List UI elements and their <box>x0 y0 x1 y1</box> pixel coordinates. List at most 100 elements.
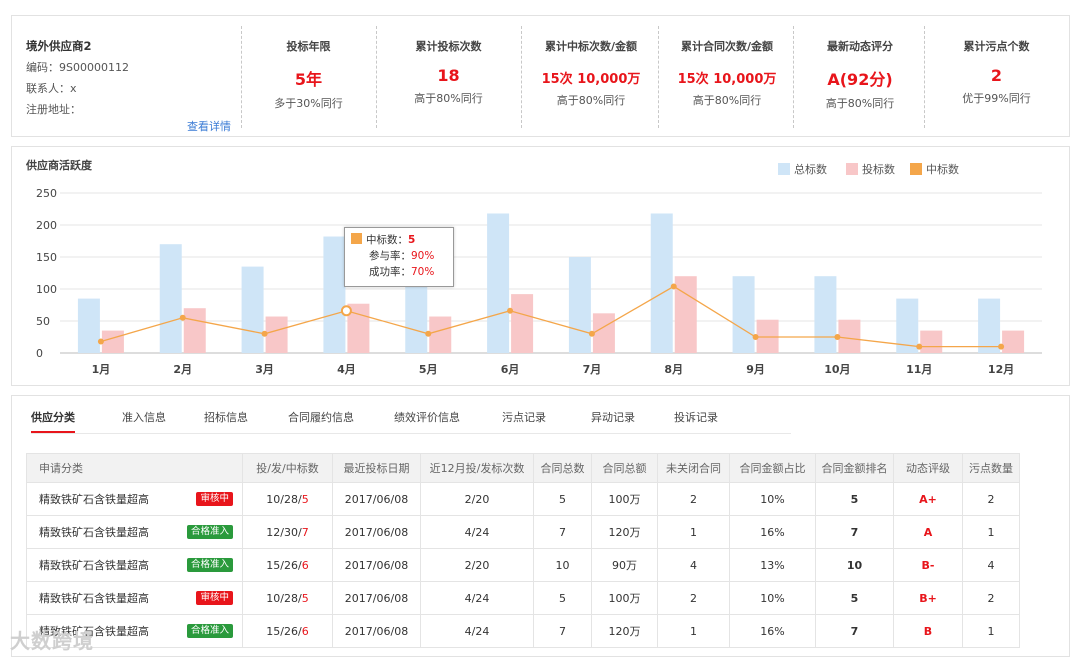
tooltip-value: 5 <box>408 234 416 246</box>
cell-recent: 4/24 <box>420 614 534 648</box>
x-tick-label: 8月 <box>664 363 683 376</box>
cell-ratio: 16% <box>729 515 816 549</box>
point-wins <box>261 330 268 337</box>
cell-bid-counts: 10/28/5 <box>242 581 333 615</box>
tooltip-rate1-label: 参与率： <box>369 250 411 262</box>
point-wins <box>425 330 432 337</box>
cell-rank: 5 <box>815 581 894 615</box>
cell-bid-counts: 12/30/7 <box>242 515 333 549</box>
x-tick-label: 6月 <box>501 363 520 376</box>
table-header-row: 申请分类 投/发/中标数 最近投标日期 近12月投/发标次数 合同总数 合同总额… <box>26 453 1020 483</box>
cell-recent: 2/20 <box>420 482 534 516</box>
header-contract-amount: 合同总额 <box>591 453 658 483</box>
chart-title: 供应商活跃度 <box>26 159 92 172</box>
bar-bids <box>592 313 615 353</box>
view-details-link[interactable]: 查看详情 <box>187 118 231 134</box>
stat-value: 2 <box>990 66 1003 85</box>
tooltip-swatch <box>351 233 362 244</box>
legend-label: 中标数 <box>926 163 959 176</box>
bar-total <box>650 213 673 353</box>
divider <box>658 26 659 128</box>
legend-item-bids[interactable]: 投标数 <box>846 161 895 177</box>
stat-sub: 高于80%同行 <box>556 94 626 107</box>
cell-stains: 1 <box>962 515 1020 549</box>
divider <box>241 26 242 128</box>
category-table: 申请分类 投/发/中标数 最近投标日期 近12月投/发标次数 合同总数 合同总额… <box>26 453 1020 648</box>
stat-sub: 高于80%同行 <box>692 94 762 107</box>
stat-value: 5年 <box>294 70 323 89</box>
point-wins <box>507 307 514 314</box>
cell-date: 2017/06/08 <box>332 548 421 582</box>
cell-contracts: 5 <box>533 482 592 516</box>
tab-stain-records[interactable]: 污点记录 <box>502 409 546 431</box>
win-count: 6 <box>301 558 309 572</box>
legend-label: 总标数 <box>794 163 827 176</box>
table-row[interactable]: 精致铁矿石含铁量超高 审核中 10/28/5 2017/06/08 4/24 5 100万 2… <box>26 581 1020 615</box>
bar-total <box>814 276 837 353</box>
tab-contract-performance[interactable]: 合同履约信息 <box>288 409 354 431</box>
stat-bid-years: 投标年限 5年 多于30%同行 <box>251 38 366 111</box>
header-recent-12m: 近12月投/发标次数 <box>420 453 534 483</box>
tab-change-records[interactable]: 异动记录 <box>591 409 635 431</box>
stat-title: 累计中标次数/金额 <box>544 40 638 53</box>
x-tick-label: 1月 <box>92 363 111 376</box>
legend-item-wins[interactable]: 中标数 <box>910 161 959 177</box>
tooltip-rate2-value: 70% <box>411 266 435 278</box>
tab-performance-evaluation[interactable]: 绩效评价信息 <box>394 409 460 431</box>
table-row[interactable]: 精致铁矿石含铁量超高 合格准入 12/30/7 2017/06/08 4/24 7 120万… <box>26 515 1020 549</box>
bid-counts-text: 10/28/ <box>266 492 302 506</box>
cell-date: 2017/06/08 <box>332 581 421 615</box>
point-wins <box>179 314 186 321</box>
bar-total <box>77 298 100 353</box>
cell-grade: A <box>893 515 963 549</box>
bar-bids <box>920 330 943 353</box>
win-count: 5 <box>301 492 309 506</box>
tab-complaint-records[interactable]: 投诉记录 <box>674 409 718 431</box>
table-row[interactable]: 精致铁矿石含铁量超高 审核中 10/28/5 2017/06/08 2/20 5 100万 2… <box>26 482 1020 516</box>
stat-total-contracts: 累计合同次数/金额 15次 10,000万 高于80%同行 <box>663 38 791 108</box>
legend-item-total[interactable]: 总标数 <box>778 161 827 177</box>
activity-chart-panel: 0 50 100 150 200 250 1月 2月 3月 4月 5月 6月 7月 8月 9月 10月 11月 1… <box>11 146 1070 386</box>
category-text: 精致铁矿石含铁量超高 <box>39 526 149 539</box>
bar-total <box>323 236 346 353</box>
bar-bids <box>838 319 861 353</box>
cell-category: 精致铁矿石含铁量超高 审核中 <box>26 581 243 615</box>
stat-sub: 高于80%同行 <box>414 92 483 105</box>
header-amount-ratio: 合同金额占比 <box>729 453 816 483</box>
x-tick-label: 9月 <box>746 363 765 376</box>
point-wins <box>670 283 677 290</box>
tooltip-rate2-label: 成功率： <box>369 266 411 278</box>
bar-total <box>405 283 428 353</box>
cell-stains: 2 <box>962 581 1020 615</box>
bar-total <box>241 266 264 353</box>
stat-latest-rating: 最新动态评分 A(92分) 高于80%同行 <box>798 38 922 111</box>
cell-contracts: 7 <box>533 614 592 648</box>
status-badge: 合格准入 <box>186 624 233 638</box>
x-tick-label: 11月 <box>906 363 932 376</box>
table-row[interactable]: 精致铁矿石含铁量超高 合格准入 15/26/6 2017/06/08 2/20 10 90万… <box>26 548 1020 582</box>
table-row[interactable]: 精致铁矿石含铁量超高 合格准入 15/26/6 2017/06/08 4/24 7 120万… <box>26 614 1020 648</box>
stat-sub: 优于99%同行 <box>962 92 1031 105</box>
cell-ratio: 16% <box>729 614 816 648</box>
supplier-info: 境外供应商2 编码：9S00000112 联系人：x 注册地址： <box>26 36 129 120</box>
bar-bids <box>511 294 534 353</box>
x-tick-label: 4月 <box>337 363 356 376</box>
cell-grade: B+ <box>893 581 963 615</box>
point-wins <box>97 338 104 345</box>
stat-value: 18 <box>437 66 460 85</box>
status-badge: 审核中 <box>196 492 233 506</box>
bid-counts-text: 10/28/ <box>266 591 302 605</box>
category-text: 精致铁矿石含铁量超高 <box>39 493 149 506</box>
divider <box>376 26 377 128</box>
tab-admission[interactable]: 准入信息 <box>122 409 166 431</box>
cell-bid-counts: 10/28/5 <box>242 482 333 516</box>
cell-open: 1 <box>657 515 730 549</box>
cell-date: 2017/06/08 <box>332 482 421 516</box>
cell-rank: 10 <box>815 548 894 582</box>
x-tick-label: 12月 <box>988 363 1014 376</box>
cell-ratio: 10% <box>729 482 816 516</box>
cell-grade: B <box>893 614 963 648</box>
tab-tender[interactable]: 招标信息 <box>204 409 248 431</box>
tab-supply-category[interactable]: 供应分类 <box>31 409 75 433</box>
stat-value: 15次 10,000万 <box>677 72 777 87</box>
